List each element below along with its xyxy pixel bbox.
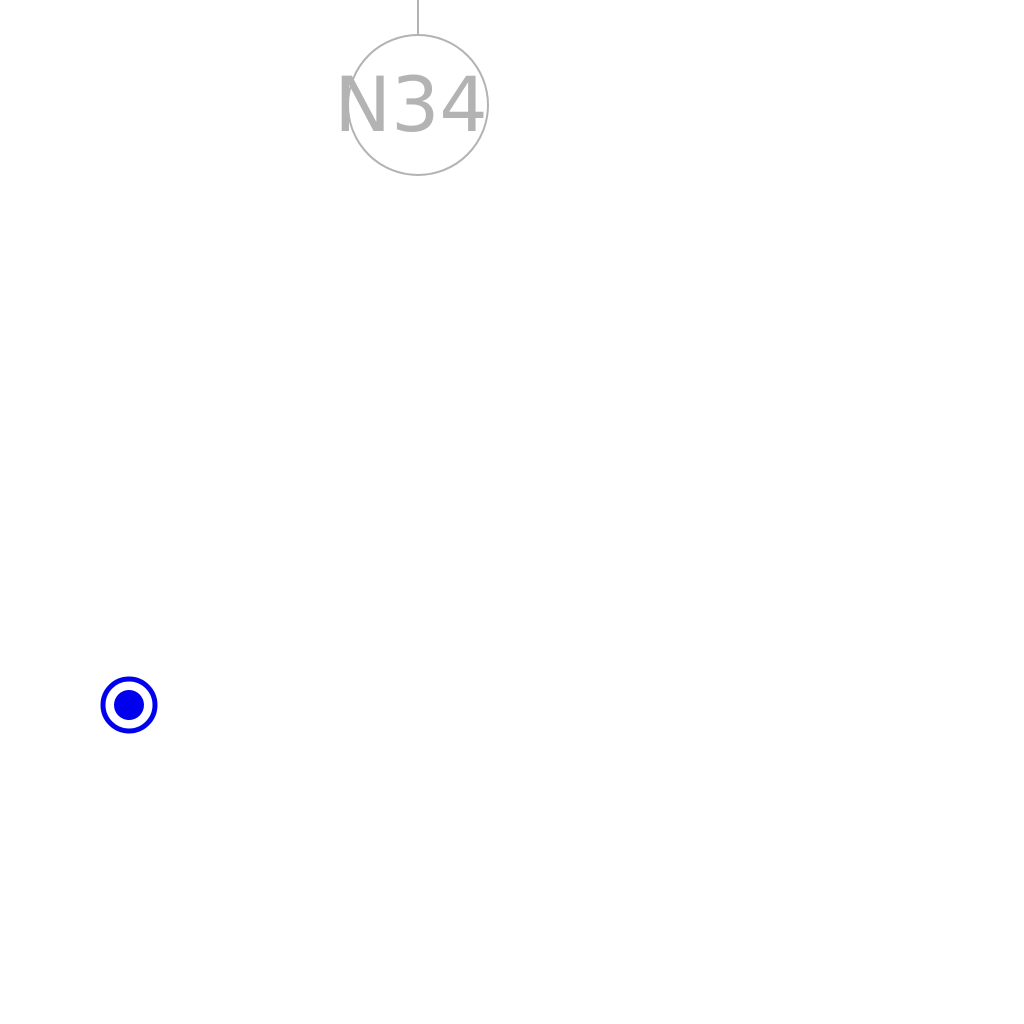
- node-n34[interactable]: N34: [334, 34, 489, 176]
- map-svg: N34: [100, 0, 489, 734]
- location-marker-dot: [114, 690, 144, 720]
- map-canvas[interactable]: N34: [0, 0, 1024, 1024]
- location-marker-icon[interactable]: [100, 676, 158, 734]
- node-label: N34: [334, 60, 488, 149]
